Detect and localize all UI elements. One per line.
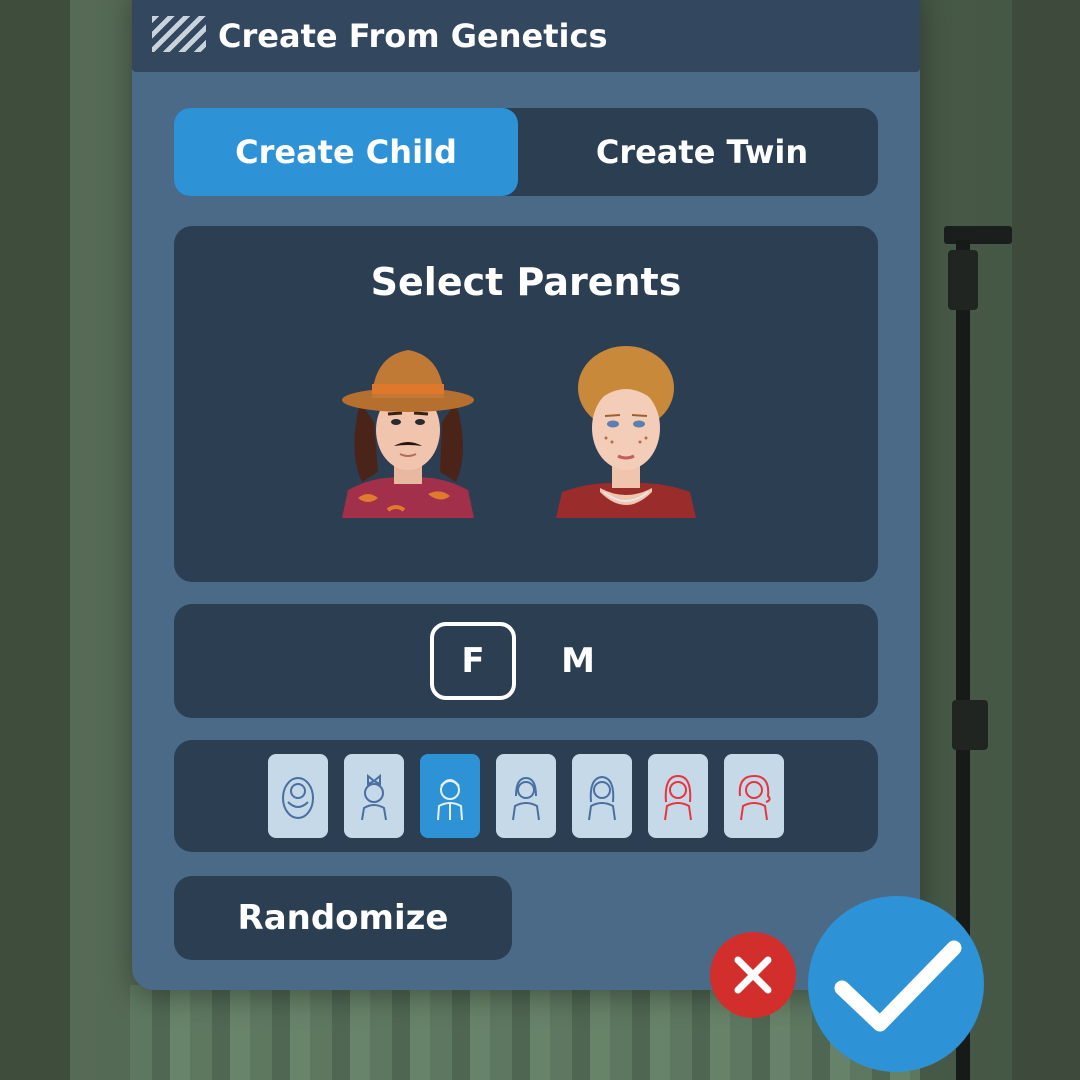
toddler-icon [361, 773, 387, 821]
female-parent-portrait[interactable] [556, 342, 696, 518]
age-teen-button[interactable] [496, 754, 556, 838]
age-selector [174, 740, 878, 852]
light-stand-clamp [948, 250, 978, 310]
male-parent-portrait[interactable] [338, 342, 478, 518]
age-child-button[interactable] [420, 754, 480, 838]
age-toddler-button[interactable] [344, 754, 404, 838]
window-title: Create From Genetics [218, 17, 608, 55]
age-elder-button[interactable] [724, 754, 784, 838]
tab-create-child[interactable]: Create Child [174, 108, 518, 196]
background-right [1012, 0, 1080, 1080]
gender-female-button[interactable]: F [430, 622, 516, 700]
background-left [0, 0, 70, 1080]
confirm-button[interactable] [808, 896, 984, 1072]
stripes-icon [152, 16, 206, 52]
gender-selector: F M [174, 604, 878, 718]
mode-tabs: Create Child Create Twin [174, 108, 878, 196]
young-adult-icon [588, 775, 616, 821]
age-baby-button[interactable] [268, 754, 328, 838]
elder-icon [738, 774, 771, 821]
adult-icon [664, 774, 692, 821]
gender-male-button[interactable]: M [546, 622, 610, 700]
cancel-button[interactable] [710, 932, 796, 1018]
randomize-button[interactable]: Randomize [174, 876, 512, 960]
tab-create-twin[interactable]: Create Twin [526, 108, 878, 196]
close-icon [734, 956, 772, 994]
light-stand-top [944, 226, 1012, 244]
age-adult-button[interactable] [648, 754, 708, 838]
checkmark-icon [834, 940, 962, 1032]
light-stand-clamp [952, 700, 988, 750]
age-young-adult-button[interactable] [572, 754, 632, 838]
select-parents-heading: Select Parents [370, 260, 682, 304]
baby-icon [282, 777, 314, 819]
child-icon [437, 779, 463, 821]
teen-icon [512, 776, 540, 821]
background-curtain [130, 985, 920, 1080]
select-parents-section: Select Parents [174, 226, 878, 582]
